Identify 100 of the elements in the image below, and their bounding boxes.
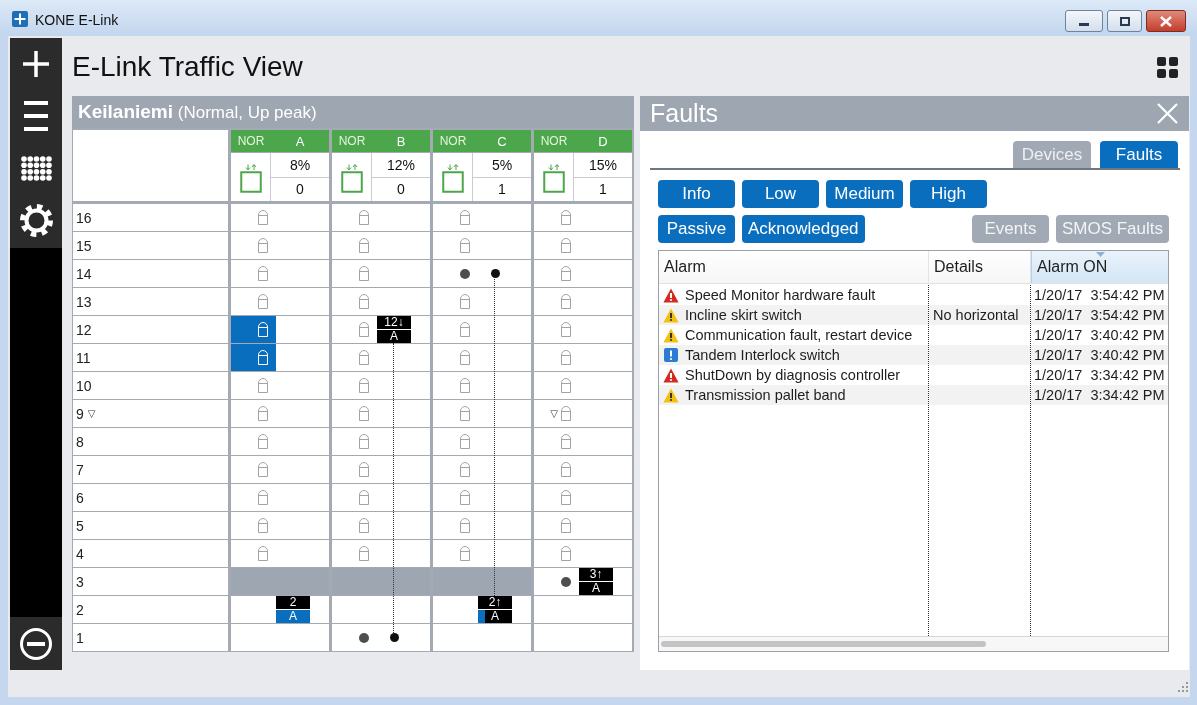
call-marker: ▽ <box>87 408 96 419</box>
table-cell-text: 1/20/17 3:40:42 PM <box>1033 326 1166 345</box>
floor-label: 16 <box>76 209 92 226</box>
door-icon <box>561 378 571 393</box>
warning-icon <box>663 387 679 403</box>
close-icon <box>1157 103 1178 124</box>
door-icon <box>561 462 571 477</box>
load-value: 8% <box>289 156 311 173</box>
door-icon <box>258 322 268 337</box>
floor-label: 9 <box>76 405 84 422</box>
resize-grip-icon[interactable] <box>1178 682 1188 692</box>
car-group-label: A <box>490 610 500 623</box>
door-icon <box>359 518 369 533</box>
elevator-label: A <box>294 133 306 149</box>
minimize-button[interactable] <box>1065 10 1103 32</box>
alarm-text: Incline skirt switch <box>685 307 802 323</box>
column-header[interactable]: Alarm <box>659 251 929 283</box>
plus-icon <box>23 51 49 77</box>
mode-label: NOR <box>438 134 468 148</box>
warning-icon <box>663 307 679 323</box>
door-icon <box>460 350 470 365</box>
info-icon <box>664 348 678 362</box>
elevator-icon <box>542 164 565 193</box>
filter-button[interactable]: Info <box>658 180 735 208</box>
filter-button[interactable]: Medium <box>826 180 903 208</box>
elevator-label: D <box>597 133 609 149</box>
alarm-text: Transmission pallet band <box>685 387 846 403</box>
table-cell: 1/20/17 3:34:42 PM <box>1031 385 1168 405</box>
door-icon <box>359 350 369 365</box>
filter-button[interactable]: Low <box>742 180 819 208</box>
dot-icon <box>460 268 470 279</box>
column-header[interactable]: Details <box>929 251 1031 283</box>
floor-label: 8 <box>76 433 84 450</box>
load-value: 15% <box>589 156 617 173</box>
door-icon <box>460 238 470 253</box>
car-position-label: 12↓ <box>377 316 411 330</box>
table-cell: 1/20/17 3:40:42 PM <box>1031 345 1168 365</box>
horizontal-scrollbar[interactable] <box>659 636 1168 651</box>
menu-icon <box>24 101 48 131</box>
floor-label: 5 <box>76 517 84 534</box>
count-value: 0 <box>296 181 304 198</box>
door-icon <box>258 266 268 281</box>
car-group-label: A <box>389 330 399 343</box>
door-icon <box>258 406 268 421</box>
floor-label: 14 <box>76 265 92 282</box>
maximize-icon <box>1119 16 1130 26</box>
filter-button[interactable]: High <box>910 180 987 208</box>
count-value: 0 <box>397 181 405 198</box>
floor-label: 11 <box>76 349 91 366</box>
table-cell-text: 1/20/17 3:34:42 PM <box>1033 366 1166 385</box>
car-group-label: A <box>591 582 601 595</box>
door-icon <box>561 266 571 281</box>
minimize-icon <box>1079 23 1089 26</box>
door-icon <box>460 546 470 561</box>
door-icon <box>359 434 369 449</box>
door-icon <box>359 266 369 281</box>
door-icon <box>561 546 571 561</box>
door-icon <box>460 210 470 225</box>
close-button[interactable] <box>1146 10 1186 32</box>
door-icon <box>359 238 369 253</box>
table-cell: 1/20/17 3:54:42 PM <box>1031 305 1168 325</box>
scrollbar-thumb[interactable] <box>661 641 986 647</box>
load-value: 12% <box>387 156 415 173</box>
door-icon <box>460 434 470 449</box>
door-icon <box>561 518 571 533</box>
load-value: 5% <box>491 156 513 173</box>
door-icon <box>460 518 470 533</box>
panel-title: Faults <box>650 99 719 128</box>
car-position-label: 2↑ <box>478 596 512 610</box>
door-icon <box>460 378 470 393</box>
close-icon <box>1160 15 1172 27</box>
car-group-label: A <box>288 610 298 623</box>
layout-button[interactable] <box>1157 56 1178 78</box>
door-icon <box>359 490 369 505</box>
door-icon <box>561 210 571 225</box>
door-icon <box>561 294 571 309</box>
door-icon <box>258 210 268 225</box>
floor-label: 2 <box>76 601 84 618</box>
app-icon <box>12 11 28 27</box>
door-icon <box>561 434 571 449</box>
dot-icon <box>561 576 571 587</box>
maximize-button[interactable] <box>1107 10 1142 32</box>
site-heading: Keilaniemi (Normal, Up peak) <box>78 101 317 123</box>
mode-label: NOR <box>337 134 367 148</box>
dots-grid-icon <box>20 155 52 181</box>
floor-label: 12 <box>76 321 92 338</box>
door-icon <box>460 462 470 477</box>
floor-label: 4 <box>76 545 84 562</box>
door-icon <box>258 238 268 253</box>
door-icon <box>460 406 470 421</box>
panel-tab[interactable]: Faults <box>1100 141 1178 168</box>
filter-button[interactable]: Passive <box>658 215 735 243</box>
column-header[interactable]: Alarm ON <box>1031 251 1168 283</box>
warning-icon <box>663 367 679 383</box>
floor-label: 3 <box>76 573 84 590</box>
door-icon <box>258 490 268 505</box>
filter-button[interactable]: Acknowledged <box>742 215 865 243</box>
alarm-text: Tandem Interlock switch <box>685 347 840 363</box>
door-icon <box>359 406 369 421</box>
door-icon <box>258 546 268 561</box>
